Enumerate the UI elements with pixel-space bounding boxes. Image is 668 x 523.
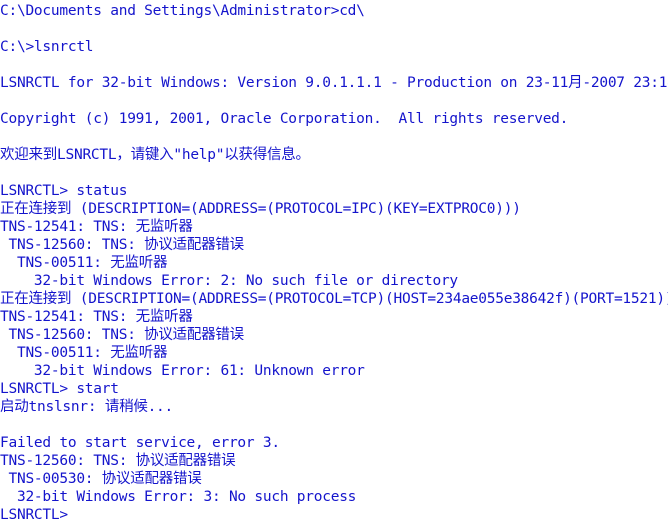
terminal-line: TNS-12541: TNS: 无监听器 [0, 219, 193, 235]
terminal-line: TNS-12541: TNS: 无监听器 [0, 309, 193, 325]
terminal-line: LSNRCTL> [0, 507, 68, 523]
terminal-window[interactable]: C:\Documents and Settings\Administrator>… [0, 0, 668, 523]
terminal-line: TNS-00530: 协议适配器错误 [0, 471, 202, 487]
terminal-line: TNS-12560: TNS: 协议适配器错误 [0, 327, 244, 343]
terminal-line: 启动tnslsnr: 请稍候... [0, 399, 174, 415]
terminal-line: LSNRCTL> start [0, 381, 119, 397]
terminal-line: C:\>lsnrctl [0, 39, 94, 55]
terminal-line: 正在连接到 (DESCRIPTION=(ADDRESS=(PROTOCOL=IP… [0, 201, 521, 217]
terminal-line: C:\Documents and Settings\Administrator>… [0, 3, 365, 19]
terminal-line: TNS-00511: 无监听器 [0, 345, 168, 361]
terminal-line: 32-bit Windows Error: 2: No such file or… [0, 273, 458, 289]
terminal-line: LSNRCTL for 32-bit Windows: Version 9.0.… [0, 75, 668, 91]
terminal-output-area[interactable]: C:\Documents and Settings\Administrator>… [0, 2, 668, 523]
terminal-line: 32-bit Windows Error: 3: No such process [0, 489, 357, 505]
terminal-line: TNS-00511: 无监听器 [0, 255, 168, 271]
terminal-line: Failed to start service, error 3. [0, 435, 280, 451]
terminal-line: TNS-12560: TNS: 协议适配器错误 [0, 237, 244, 253]
terminal-line: Copyright (c) 1991, 2001, Oracle Corpora… [0, 111, 569, 127]
terminal-line: 正在连接到 (DESCRIPTION=(ADDRESS=(PROTOCOL=TC… [0, 291, 668, 307]
terminal-line: 欢迎来到LSNRCTL，请键入"help"以获得信息。 [0, 147, 310, 163]
terminal-line: TNS-12560: TNS: 协议适配器错误 [0, 453, 236, 469]
terminal-line: 32-bit Windows Error: 61: Unknown error [0, 363, 365, 379]
terminal-line: LSNRCTL> status [0, 183, 128, 199]
